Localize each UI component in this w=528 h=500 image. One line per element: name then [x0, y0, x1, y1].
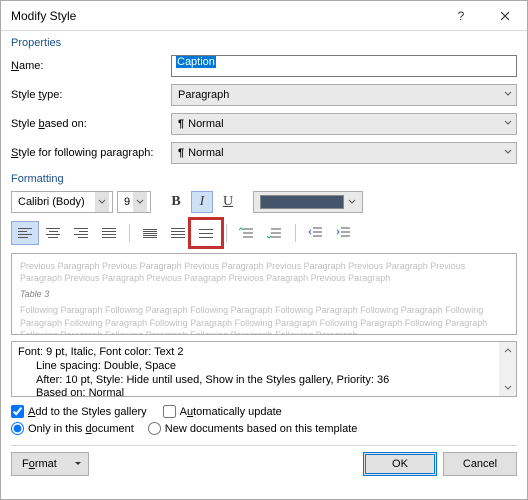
- desc-line: Line spacing: Double, Space: [18, 360, 510, 374]
- button-row: Format OK Cancel: [11, 452, 517, 476]
- name-input[interactable]: Caption: [171, 55, 517, 77]
- properties-group-label: Properties: [11, 37, 517, 49]
- close-button[interactable]: [483, 1, 527, 31]
- styletype-row: Style type: Paragraph: [11, 84, 517, 106]
- chevron-down-icon: [133, 192, 147, 212]
- chevron-down-icon: [504, 89, 512, 101]
- name-row: Name: Caption: [11, 55, 517, 77]
- add-to-gallery-checkbox[interactable]: Add to the Styles gallery: [11, 405, 147, 418]
- space-before-inc-button[interactable]: [233, 221, 261, 245]
- titlebar: Modify Style ?: [1, 1, 527, 31]
- checkbox-row: Add to the Styles gallery Automatically …: [11, 405, 517, 418]
- cancel-button[interactable]: Cancel: [443, 452, 517, 476]
- indent-decrease-button[interactable]: [302, 221, 330, 245]
- italic-button[interactable]: I: [191, 191, 213, 213]
- paragraph-toolbar: [11, 221, 517, 245]
- chevron-down-icon: [95, 192, 109, 212]
- divider: [11, 445, 517, 446]
- chevron-down-icon: [504, 147, 512, 159]
- separator: [129, 224, 130, 242]
- desc-line: Font: 9 pt, Italic, Font color: Text 2: [18, 346, 510, 360]
- styletype-value: Paragraph: [178, 89, 229, 101]
- basedon-row: Style based on: ¶ Normal: [11, 113, 517, 135]
- font-family-combo[interactable]: Calibri (Body): [11, 191, 113, 213]
- spacing-single-button[interactable]: [136, 221, 164, 245]
- basedon-combo[interactable]: ¶ Normal: [171, 113, 517, 135]
- following-value: Normal: [188, 147, 223, 159]
- preview-following: Following Paragraph Following Paragraph …: [20, 304, 508, 335]
- font-color-combo[interactable]: [253, 191, 363, 213]
- space-before-icon: [239, 226, 255, 240]
- separator: [295, 224, 296, 242]
- indent-increase-button[interactable]: [330, 221, 358, 245]
- styletype-label: Style type:: [11, 89, 171, 101]
- color-swatch: [260, 195, 344, 209]
- desc-line: After: 10 pt, Style: Hide until used, Sh…: [18, 374, 510, 388]
- style-preview: Previous Paragraph Previous Paragraph Pr…: [11, 253, 517, 335]
- preview-previous: Previous Paragraph Previous Paragraph Pr…: [20, 260, 508, 284]
- formatting-group-label: Formatting: [11, 173, 517, 185]
- scroll-down-icon[interactable]: [499, 379, 516, 396]
- align-right-button[interactable]: [67, 221, 95, 245]
- chevron-down-icon: [504, 118, 512, 130]
- ok-button[interactable]: OK: [363, 452, 437, 476]
- paragraph-icon: ¶: [178, 147, 184, 159]
- scroll-up-icon[interactable]: [499, 342, 516, 359]
- style-description: Font: 9 pt, Italic, Font color: Text 2 L…: [11, 341, 517, 397]
- format-button[interactable]: Format: [11, 452, 89, 476]
- following-combo[interactable]: ¶ Normal: [171, 142, 517, 164]
- styletype-combo[interactable]: Paragraph: [171, 84, 517, 106]
- align-justify-button[interactable]: [95, 221, 123, 245]
- name-label: Name:: [11, 60, 171, 72]
- chevron-down-icon: [74, 460, 82, 468]
- modify-style-dialog: Modify Style ? Properties Name: Caption …: [0, 0, 528, 500]
- dialog-title: Modify Style: [11, 9, 439, 23]
- spacing-double-button[interactable]: [192, 221, 220, 245]
- basedon-label: Style based on:: [11, 118, 171, 130]
- only-this-doc-radio[interactable]: Only in this document: [11, 422, 134, 435]
- paragraph-icon: ¶: [178, 118, 184, 130]
- font-toolbar: Calibri (Body) 9 B I U: [11, 191, 517, 213]
- spacing-onehalf-button[interactable]: [164, 221, 192, 245]
- bold-button[interactable]: B: [165, 191, 187, 213]
- align-left-button[interactable]: [11, 221, 39, 245]
- help-button[interactable]: ?: [439, 1, 483, 31]
- following-label: Style for following paragraph:: [11, 147, 171, 159]
- indent-left-icon: [308, 226, 324, 240]
- dialog-content: Properties Name: Caption Style type: Par…: [1, 31, 527, 499]
- underline-button[interactable]: U: [217, 191, 239, 213]
- space-after-icon: [267, 226, 283, 240]
- desc-line: Based on: Normal: [18, 387, 510, 401]
- preview-sample: Table 3: [20, 288, 508, 300]
- align-center-button[interactable]: [39, 221, 67, 245]
- close-icon: [500, 11, 510, 21]
- auto-update-checkbox[interactable]: Automatically update: [163, 405, 282, 418]
- basedon-value: Normal: [188, 118, 223, 130]
- scrollbar[interactable]: [499, 342, 516, 396]
- radio-row: Only in this document New documents base…: [11, 422, 517, 435]
- following-row: Style for following paragraph: ¶ Normal: [11, 142, 517, 164]
- indent-right-icon: [336, 226, 352, 240]
- separator: [226, 224, 227, 242]
- new-docs-radio[interactable]: New documents based on this template: [148, 422, 358, 435]
- font-size-combo[interactable]: 9: [117, 191, 151, 213]
- chevron-down-icon: [345, 192, 359, 212]
- space-before-dec-button[interactable]: [261, 221, 289, 245]
